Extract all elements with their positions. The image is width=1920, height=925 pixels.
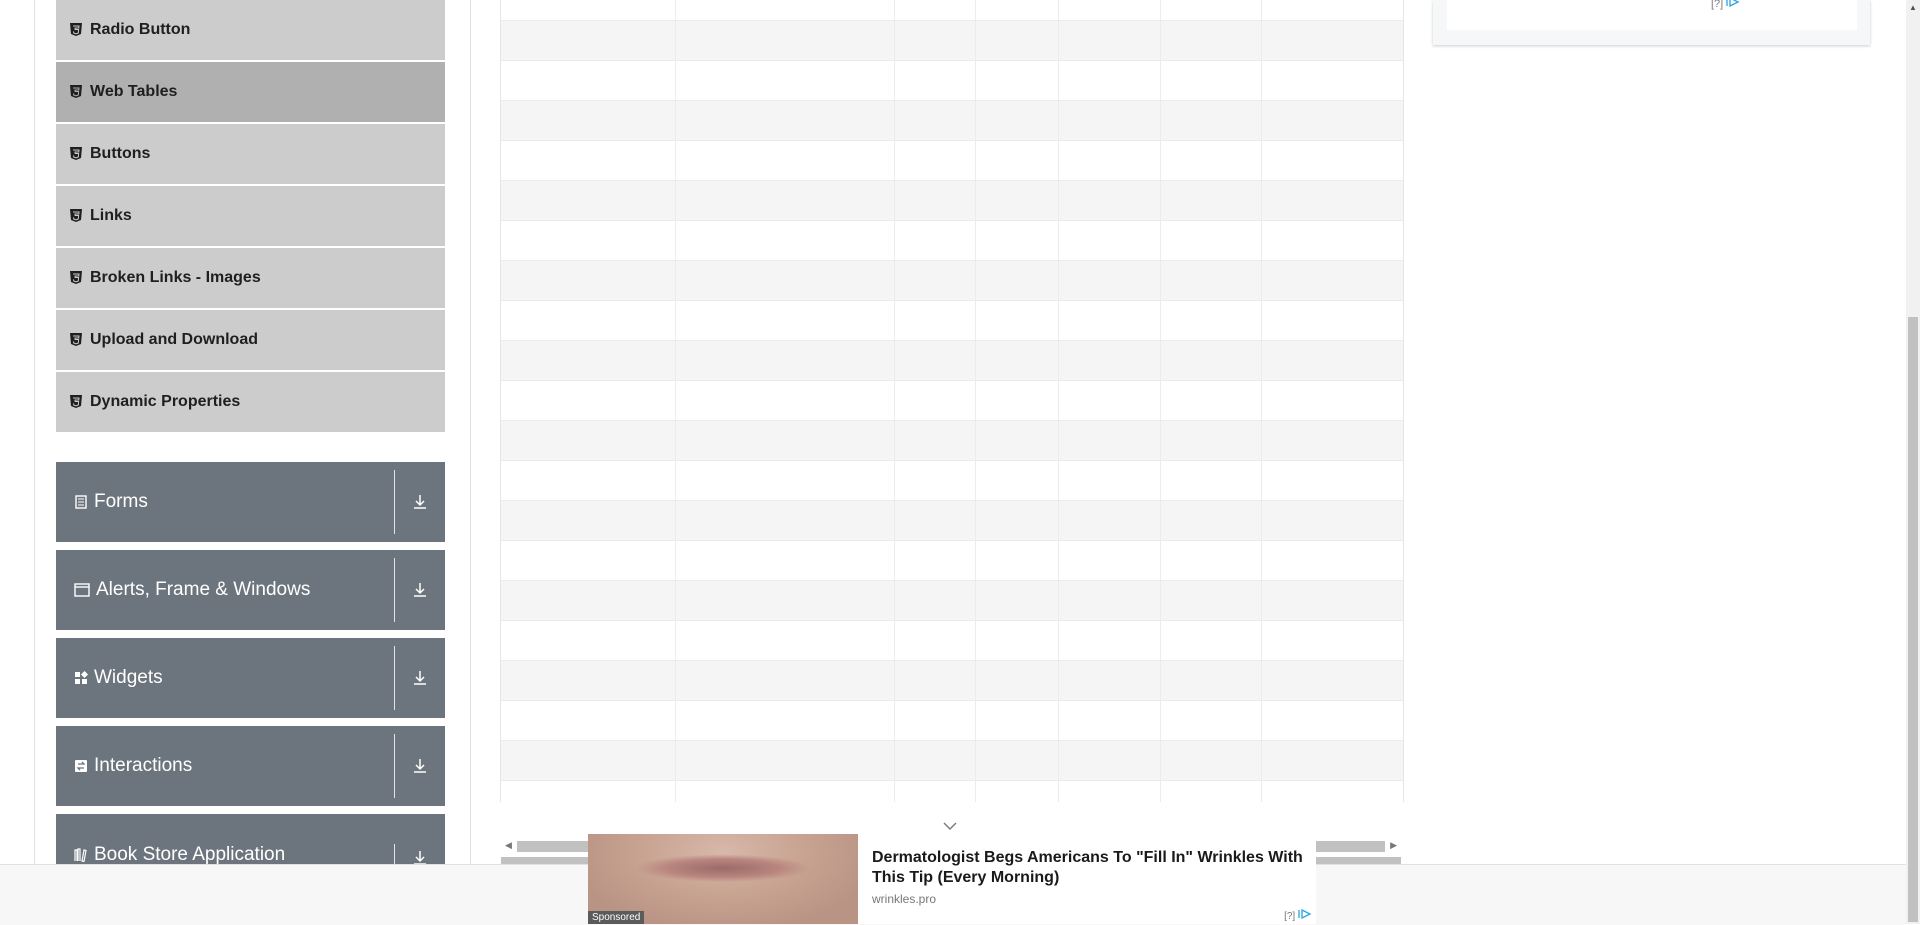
elements-submenu: Radio Button Web Tables Buttons Links Br… bbox=[56, 0, 445, 434]
table-row bbox=[501, 741, 1403, 781]
divider bbox=[394, 470, 395, 534]
menu-item-label: Upload and Download bbox=[90, 331, 258, 348]
sidebar-border bbox=[34, 0, 35, 864]
table-row bbox=[501, 501, 1403, 541]
table-row bbox=[501, 461, 1403, 501]
divider bbox=[394, 844, 395, 864]
html5-icon bbox=[70, 147, 82, 161]
group-label: Forms bbox=[94, 491, 148, 512]
interactions-icon bbox=[74, 759, 88, 773]
ad-image[interactable]: Sponsored bbox=[588, 834, 858, 924]
main-border bbox=[470, 0, 471, 864]
table-row bbox=[501, 101, 1403, 141]
table-row bbox=[501, 141, 1403, 181]
ad-info-label: [?] bbox=[1711, 0, 1724, 10]
menu-item-links[interactable]: Links bbox=[56, 186, 445, 248]
divider bbox=[394, 734, 395, 798]
html5-icon bbox=[70, 333, 82, 347]
table-row bbox=[501, 581, 1403, 621]
group-label: Interactions bbox=[94, 755, 193, 776]
group-label: Widgets bbox=[94, 667, 163, 688]
books-icon bbox=[74, 848, 88, 862]
menu-item-dynamic-properties[interactable]: Dynamic Properties bbox=[56, 372, 445, 434]
ad-headline[interactable]: Dermatologist Begs Americans To "Fill In… bbox=[872, 848, 1312, 888]
window-icon bbox=[74, 583, 90, 597]
download-arrow-icon[interactable] bbox=[395, 582, 445, 598]
page-vertical-scrollbar[interactable]: ▲ bbox=[1906, 0, 1920, 924]
divider bbox=[394, 558, 395, 622]
menu-item-buttons[interactable]: Buttons bbox=[56, 124, 445, 186]
menu-item-label: Dynamic Properties bbox=[90, 393, 241, 410]
download-arrow-icon[interactable] bbox=[395, 758, 445, 774]
sponsored-label: Sponsored bbox=[588, 911, 645, 924]
table-row bbox=[501, 701, 1403, 741]
menu-item-web-tables[interactable]: Web Tables bbox=[56, 62, 445, 124]
html5-icon bbox=[70, 85, 82, 99]
table-row bbox=[501, 661, 1403, 701]
menu-item-upload-download[interactable]: Upload and Download bbox=[56, 310, 445, 372]
group-header-book-store[interactable]: Book Store Application bbox=[56, 814, 445, 864]
html5-icon bbox=[70, 23, 82, 37]
scrollbar-thumb[interactable] bbox=[1908, 317, 1918, 922]
scroll-right-arrow-icon[interactable]: ▶ bbox=[1390, 840, 1397, 851]
table-row bbox=[501, 781, 1403, 802]
table-row bbox=[501, 341, 1403, 381]
ad-domain: wrinkles.pro bbox=[872, 892, 937, 906]
form-icon bbox=[74, 495, 88, 509]
group-label: Book Store Application bbox=[94, 844, 286, 864]
table-row bbox=[501, 0, 1403, 21]
menu-item-label: Broken Links - Images bbox=[90, 269, 261, 286]
menu-item-radio-button[interactable]: Radio Button bbox=[56, 0, 445, 62]
table-row bbox=[501, 221, 1403, 261]
menu-item-label: Links bbox=[90, 207, 132, 224]
group-header-alerts[interactable]: Alerts, Frame & Windows bbox=[56, 550, 445, 630]
table-row bbox=[501, 541, 1403, 581]
table-row bbox=[501, 181, 1403, 221]
table-row bbox=[501, 61, 1403, 101]
scroll-left-arrow-icon[interactable]: ◀ bbox=[505, 840, 512, 851]
download-arrow-icon[interactable] bbox=[395, 850, 445, 864]
chevron-down-icon[interactable] bbox=[942, 818, 958, 830]
right-ad-banner[interactable]: [?] bbox=[1433, 0, 1870, 45]
ad-info[interactable]: [?] bbox=[1284, 908, 1312, 922]
html5-icon bbox=[70, 209, 82, 223]
menu-item-broken-links[interactable]: Broken Links - Images bbox=[56, 248, 445, 310]
scroll-up-arrow-icon[interactable]: ▲ bbox=[1909, 3, 1917, 12]
menu-item-label: Web Tables bbox=[90, 83, 178, 100]
menu-item-label: Radio Button bbox=[90, 21, 191, 38]
table-row bbox=[501, 621, 1403, 661]
html5-icon bbox=[70, 271, 82, 285]
sponsored-ad[interactable]: Sponsored Dermatologist Begs Americans T… bbox=[588, 834, 1316, 924]
web-table-body bbox=[500, 0, 1404, 802]
ad-info[interactable]: [?] bbox=[1711, 0, 1740, 10]
download-arrow-icon[interactable] bbox=[395, 670, 445, 686]
ad-info-label: [?] bbox=[1284, 911, 1296, 922]
group-header-widgets[interactable]: Widgets bbox=[56, 638, 445, 718]
group-header-forms[interactable]: Forms bbox=[56, 462, 445, 542]
widgets-icon bbox=[74, 671, 88, 685]
menu-item-label: Buttons bbox=[90, 145, 151, 162]
table-row bbox=[501, 21, 1403, 61]
ad-text[interactable]: Dermatologist Begs Americans To "Fill In… bbox=[858, 834, 1312, 924]
group-header-interactions[interactable]: Interactions bbox=[56, 726, 445, 806]
group-label: Alerts, Frame & Windows bbox=[96, 579, 311, 600]
table-row bbox=[501, 301, 1403, 341]
table-row bbox=[501, 421, 1403, 461]
ad-frame bbox=[1447, 0, 1857, 30]
html5-icon bbox=[70, 395, 82, 409]
divider bbox=[394, 646, 395, 710]
download-arrow-icon[interactable] bbox=[395, 494, 445, 510]
table-row bbox=[501, 261, 1403, 301]
table-row bbox=[501, 381, 1403, 421]
